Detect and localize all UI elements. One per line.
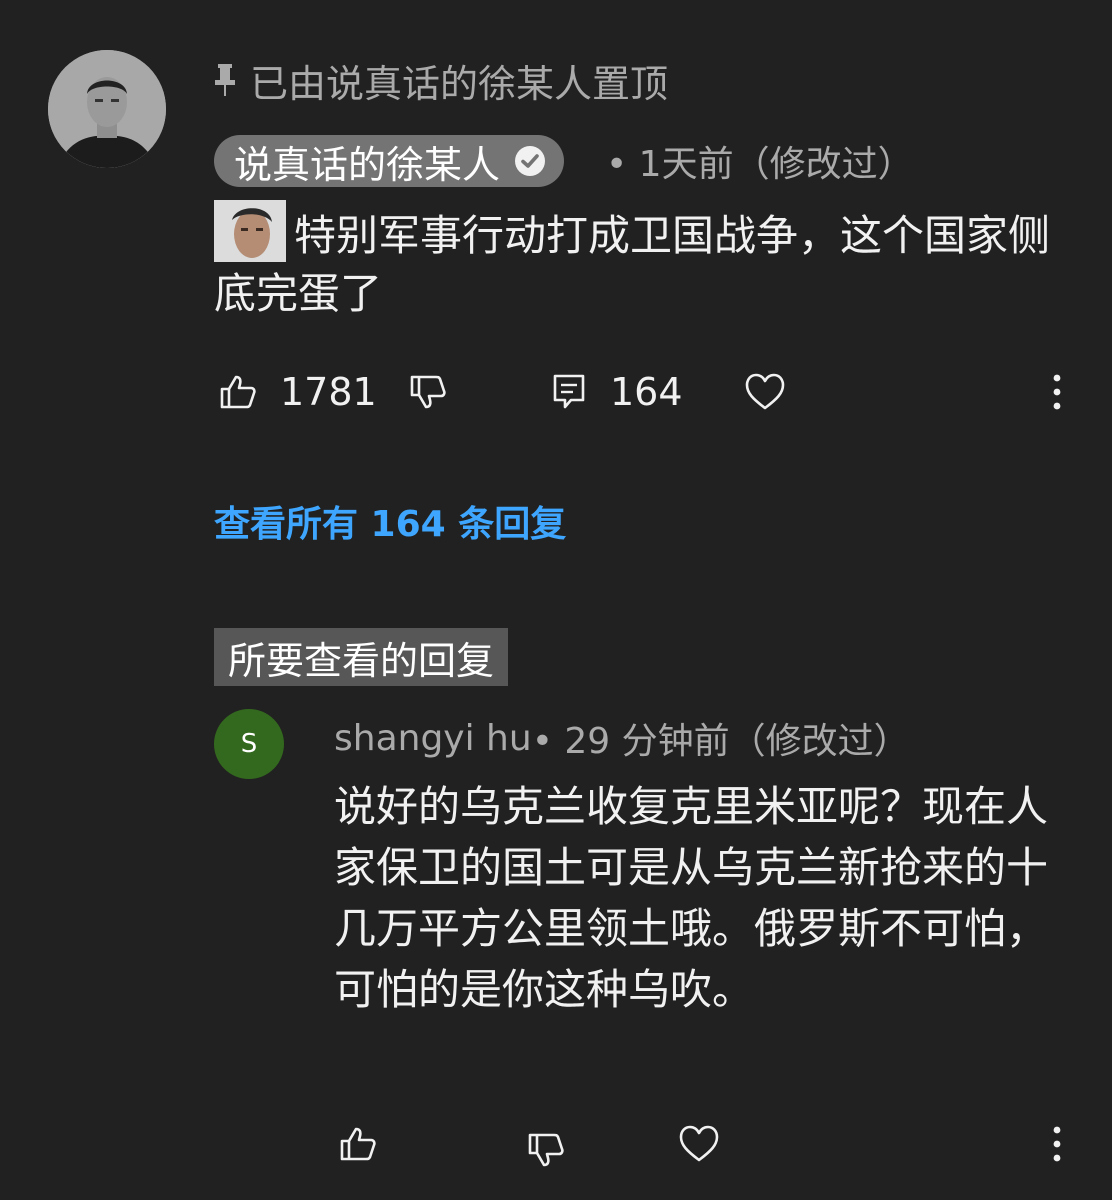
pin-icon xyxy=(215,64,235,96)
highlighted-reply-label: 所要查看的回复 xyxy=(214,628,509,686)
author-name-chip[interactable]: 说真话的徐某人 xyxy=(214,134,565,189)
avatar-photo xyxy=(48,50,166,168)
author-avatar[interactable] xyxy=(48,50,166,168)
verified-check-icon xyxy=(514,145,546,177)
more-vert-icon xyxy=(1053,1126,1061,1162)
heart-icon xyxy=(679,1125,719,1162)
thumbs-down-icon xyxy=(410,375,446,409)
pinned-label-row: 已由说真话的徐某人置顶 xyxy=(214,52,668,108)
heart-button[interactable] xyxy=(742,362,788,422)
reply-like-button[interactable] xyxy=(334,1114,382,1174)
thumbs-down-icon xyxy=(528,1133,564,1167)
pinned-text: 已由说真话的徐某人置顶 xyxy=(250,61,669,106)
dislike-button[interactable] xyxy=(404,362,452,422)
reply-heart-button[interactable] xyxy=(676,1114,722,1174)
reply-count: 164 xyxy=(610,370,683,414)
inline-face-image xyxy=(214,200,286,262)
reply-author-avatar[interactable]: S xyxy=(214,709,284,779)
reply-more-options-button[interactable] xyxy=(1042,1114,1072,1174)
more-options-button[interactable] xyxy=(1042,362,1072,422)
more-vert-icon xyxy=(1053,374,1061,410)
comment-text: 特别军事行动打成卫国战争，这个国家侧底完蛋了 xyxy=(214,211,1051,318)
comment-body: 特别军事行动打成卫国战争，这个国家侧底完蛋了 xyxy=(214,200,1054,323)
reply-body: 说好的乌克兰收复克里米亚呢？现在人家保卫的国土可是从乌克兰新抢来的十几万平方公里… xyxy=(334,782,1049,1014)
reply-author-name[interactable]: shangyi hu xyxy=(334,718,532,759)
comment-bubble-icon xyxy=(553,374,585,409)
avatar-letter: S xyxy=(240,729,258,759)
reply-dislike-button[interactable] xyxy=(522,1120,570,1180)
reply-button[interactable] xyxy=(548,362,590,422)
author-name[interactable]: 说真话的徐某人 xyxy=(234,134,500,189)
reply-timestamp: • 29 分钟前（修改过） xyxy=(531,721,910,762)
reply-header: shangyi hu • 29 分钟前（修改过） xyxy=(334,712,910,764)
heart-icon xyxy=(745,373,785,410)
like-count: 1781 xyxy=(280,370,377,414)
thumbs-up-icon xyxy=(220,375,256,409)
thumbs-up-icon xyxy=(340,1127,376,1161)
like-button[interactable] xyxy=(214,362,262,422)
comment-timestamp: • 1天前（修改过） xyxy=(606,144,914,185)
view-all-replies-link[interactable]: 查看所有 164 条回复 xyxy=(214,495,566,547)
